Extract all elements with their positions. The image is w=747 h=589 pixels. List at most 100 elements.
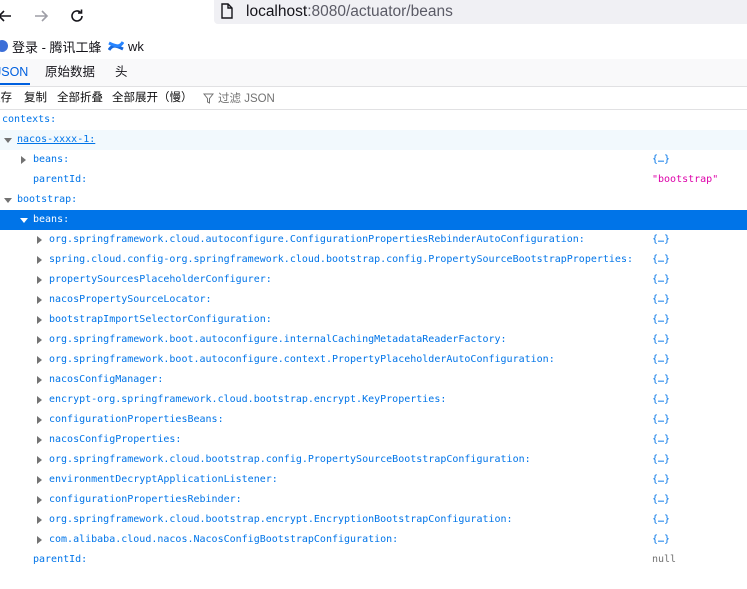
- tree-row-parentid[interactable]: parentId: null: [0, 550, 747, 570]
- tree-key: nacos-xxxx-1:: [17, 134, 96, 145]
- tree-value: {…}: [652, 474, 671, 485]
- expand-triangle-icon[interactable]: [35, 510, 45, 530]
- tree-value: {…}: [652, 394, 671, 405]
- bookmark-item[interactable]: 登录 - 腾讯工蜂: [0, 34, 102, 58]
- expand-triangle-icon[interactable]: [35, 530, 45, 550]
- tree-row-beans-selected[interactable]: beans:: [0, 210, 747, 230]
- tree-key: bootstrapImportSelectorConfiguration:: [49, 314, 272, 325]
- tree-row-bean[interactable]: configurationPropertiesRebinder: {…}: [0, 490, 747, 510]
- copy-button[interactable]: 复制: [24, 87, 47, 109]
- tree-key: org.springframework.cloud.bootstrap.conf…: [49, 454, 531, 465]
- tree-key: org.springframework.boot.autoconfigure.i…: [49, 334, 507, 345]
- url-host: localhost: [246, 3, 308, 20]
- collapse-all-button[interactable]: 全部折叠: [57, 87, 103, 109]
- tree-value: {…}: [652, 514, 671, 525]
- url-text[interactable]: localhost:8080/actuator/beans: [246, 1, 453, 23]
- expand-triangle-icon[interactable]: [35, 250, 45, 270]
- tree-row-bean[interactable]: nacosConfigProperties: {…}: [0, 430, 747, 450]
- tree-value: {…}: [652, 274, 671, 285]
- tree-key: parentId:: [33, 174, 88, 185]
- save-button[interactable]: 保存: [0, 87, 12, 109]
- tree-value: {…}: [652, 354, 671, 365]
- reload-icon[interactable]: [64, 3, 90, 29]
- tree-value: "bootstrap": [652, 174, 719, 185]
- filter-placeholder: 过滤 JSON: [218, 93, 275, 105]
- browser-navbar: localhost:8080/actuator/beans: [0, 0, 747, 34]
- viewer-toolbar: 保存 复制 全部折叠 全部展开（慢） 过滤 JSON: [0, 87, 747, 110]
- collapse-triangle-icon[interactable]: [3, 130, 13, 150]
- tree-key: contexts:: [2, 114, 57, 125]
- tree-row-beans[interactable]: beans: {…}: [0, 150, 747, 170]
- page-icon: [220, 3, 234, 24]
- tree-key: environmentDecryptApplicationListener:: [49, 474, 278, 485]
- tree-row-bean[interactable]: configurationPropertiesBeans: {…}: [0, 410, 747, 430]
- filter-input[interactable]: 过滤 JSON: [203, 87, 275, 109]
- tree-row-bean[interactable]: nacosConfigManager: {…}: [0, 370, 747, 390]
- bookmark-item[interactable]: wk: [108, 34, 144, 58]
- tree-row-bean[interactable]: bootstrapImportSelectorConfiguration: {…}: [0, 310, 747, 330]
- expand-triangle-icon[interactable]: [35, 350, 45, 370]
- expand-triangle-icon[interactable]: [19, 150, 29, 170]
- tree-row-bean[interactable]: com.alibaba.cloud.nacos.NacosConfigBoots…: [0, 530, 747, 550]
- tree-value: {…}: [652, 314, 671, 325]
- tree-key: nacosConfigManager:: [49, 374, 164, 385]
- viewer-tabs: JSON 原始数据 头: [0, 59, 747, 87]
- expand-triangle-icon[interactable]: [35, 470, 45, 490]
- bookmark-favicon-icon: [0, 40, 8, 52]
- tree-row-bean[interactable]: encrypt-org.springframework.cloud.bootst…: [0, 390, 747, 410]
- tree-row-bean[interactable]: propertySourcesPlaceholderConfigurer: {…}: [0, 270, 747, 290]
- expand-triangle-icon[interactable]: [35, 290, 45, 310]
- expand-triangle-icon[interactable]: [35, 450, 45, 470]
- tab-json[interactable]: JSON: [0, 59, 28, 86]
- tree-value: {…}: [652, 454, 671, 465]
- tree-value: {…}: [652, 154, 671, 165]
- tree-row-context-bootstrap[interactable]: bootstrap:: [0, 190, 747, 210]
- tree-key: beans:: [33, 214, 70, 225]
- tree-row-parentid[interactable]: parentId: "bootstrap": [0, 170, 747, 190]
- expand-triangle-icon[interactable]: [35, 370, 45, 390]
- expand-triangle-icon[interactable]: [35, 270, 45, 290]
- tree-row-bean[interactable]: org.springframework.cloud.autoconfigure.…: [0, 230, 747, 250]
- tree-row-bean[interactable]: org.springframework.boot.autoconfigure.c…: [0, 350, 747, 370]
- tree-row-bean[interactable]: spring.cloud.config-org.springframework.…: [0, 250, 747, 270]
- tree-value: {…}: [652, 254, 671, 265]
- expand-triangle-icon[interactable]: [35, 330, 45, 350]
- tree-value: null: [652, 554, 677, 565]
- expand-triangle-icon[interactable]: [35, 410, 45, 430]
- tree-value: {…}: [652, 294, 671, 305]
- tree-key: com.alibaba.cloud.nacos.NacosConfigBoots…: [49, 534, 399, 545]
- collapse-triangle-icon[interactable]: [19, 210, 29, 230]
- tree-row-bean[interactable]: nacosPropertySourceLocator: {…}: [0, 290, 747, 310]
- tree-row-bean[interactable]: org.springframework.cloud.bootstrap.conf…: [0, 450, 747, 470]
- tree-key: nacosConfigProperties:: [49, 434, 182, 445]
- tree-key: parentId:: [33, 554, 88, 565]
- back-arrow-icon[interactable]: [0, 3, 18, 29]
- tree-row-contexts[interactable]: contexts:: [0, 110, 747, 130]
- tree-key: configurationPropertiesRebinder:: [49, 494, 242, 505]
- expand-all-button[interactable]: 全部展开（慢）: [112, 87, 193, 109]
- tree-value: {…}: [652, 334, 671, 345]
- tree-value: {…}: [652, 494, 671, 505]
- tree-key: beans:: [33, 154, 70, 165]
- collapse-triangle-icon[interactable]: [3, 190, 13, 210]
- tree-row-bean[interactable]: org.springframework.cloud.bootstrap.encr…: [0, 510, 747, 530]
- forward-arrow-icon[interactable]: [28, 3, 54, 29]
- tree-key: configurationPropertiesBeans:: [49, 414, 224, 425]
- tree-value: {…}: [652, 234, 671, 245]
- tab-headers[interactable]: 头: [115, 59, 128, 86]
- tree-row-context-nacos[interactable]: nacos-xxxx-1:: [0, 130, 747, 150]
- expand-triangle-icon[interactable]: [35, 490, 45, 510]
- filter-icon: [203, 93, 214, 104]
- expand-triangle-icon[interactable]: [35, 310, 45, 330]
- tab-raw-data[interactable]: 原始数据: [45, 59, 95, 86]
- tree-row-bean[interactable]: environmentDecryptApplicationListener: {……: [0, 470, 747, 490]
- tree-key: spring.cloud.config-org.springframework.…: [49, 254, 633, 265]
- tree-value: {…}: [652, 414, 671, 425]
- tree-row-bean[interactable]: org.springframework.boot.autoconfigure.i…: [0, 330, 747, 350]
- tree-key: bootstrap:: [17, 194, 78, 205]
- tree-value: {…}: [652, 374, 671, 385]
- expand-triangle-icon[interactable]: [35, 230, 45, 250]
- expand-triangle-icon[interactable]: [35, 430, 45, 450]
- tree-value: {…}: [652, 434, 671, 445]
- expand-triangle-icon[interactable]: [35, 390, 45, 410]
